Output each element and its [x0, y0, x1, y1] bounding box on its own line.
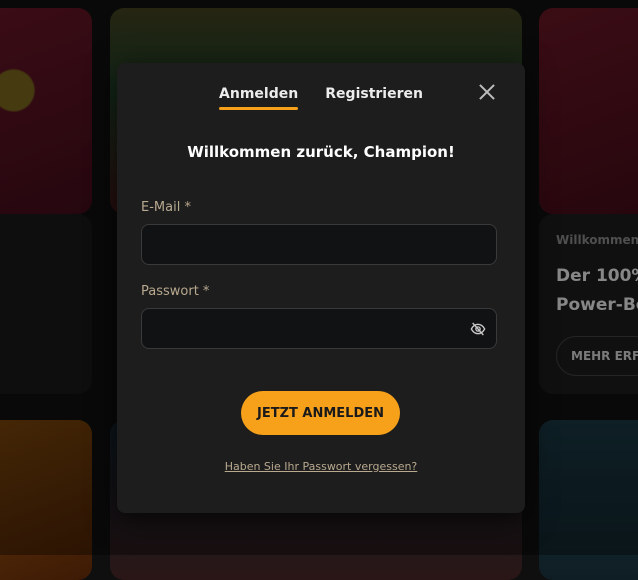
forgot-password-link[interactable]: Haben Sie Ihr Passwort vergessen? — [117, 460, 525, 473]
password-field[interactable] — [141, 308, 497, 349]
close-icon[interactable] — [477, 82, 497, 102]
email-field[interactable] — [141, 224, 497, 265]
login-submit-button[interactable]: JETZT ANMELDEN — [241, 391, 400, 435]
eye-off-icon[interactable] — [470, 321, 486, 337]
welcome-heading: Willkommen zurück, Champion! — [187, 143, 455, 161]
tab-register[interactable]: Registrieren — [314, 86, 434, 102]
password-label: Passwort * — [141, 284, 210, 299]
auth-tabs: Anmelden Registrieren — [117, 83, 525, 113]
tab-login[interactable]: Anmelden — [208, 86, 309, 110]
login-modal: Anmelden Registrieren Willkommen zurück,… — [117, 63, 525, 513]
email-label: E-Mail * — [141, 200, 191, 215]
